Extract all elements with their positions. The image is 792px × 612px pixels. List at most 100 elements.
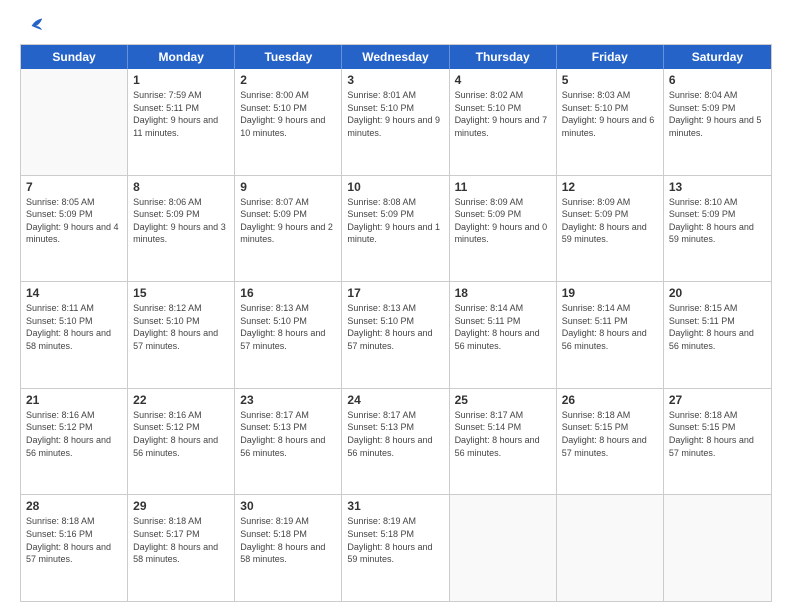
cell-info: Sunrise: 8:06 AMSunset: 5:09 PMDaylight:… bbox=[133, 196, 229, 246]
header-day-friday: Friday bbox=[557, 45, 664, 69]
calendar-cell-w4-d7: 27 Sunrise: 8:18 AMSunset: 5:15 PMDayligh… bbox=[664, 389, 771, 495]
cell-info: Sunrise: 8:01 AMSunset: 5:10 PMDaylight:… bbox=[347, 89, 443, 139]
day-number: 8 bbox=[133, 180, 229, 194]
header-day-monday: Monday bbox=[128, 45, 235, 69]
calendar-cell-w2-d2: 8 Sunrise: 8:06 AMSunset: 5:09 PMDaylight… bbox=[128, 176, 235, 282]
cell-info: Sunrise: 8:16 AMSunset: 5:12 PMDaylight:… bbox=[26, 409, 122, 459]
cell-info: Sunrise: 8:16 AMSunset: 5:12 PMDaylight:… bbox=[133, 409, 229, 459]
calendar-cell-w3-d3: 16 Sunrise: 8:13 AMSunset: 5:10 PMDayligh… bbox=[235, 282, 342, 388]
calendar-cell-w5-d7 bbox=[664, 495, 771, 601]
page: SundayMondayTuesdayWednesdayThursdayFrid… bbox=[0, 0, 792, 612]
calendar-cell-w5-d6 bbox=[557, 495, 664, 601]
day-number: 28 bbox=[26, 499, 122, 513]
day-number: 15 bbox=[133, 286, 229, 300]
day-number: 26 bbox=[562, 393, 658, 407]
calendar-cell-w5-d5 bbox=[450, 495, 557, 601]
day-number: 10 bbox=[347, 180, 443, 194]
calendar-cell-w4-d4: 24Sunrise: 8:17 AMSunset: 5:13 PMDayligh… bbox=[342, 389, 449, 495]
calendar-cell-w1-d1 bbox=[21, 69, 128, 175]
header bbox=[20, 18, 772, 32]
cell-info: Sunrise: 8:14 AMSunset: 5:11 PMDaylight:… bbox=[562, 302, 658, 352]
calendar-cell-w3-d5: 18 Sunrise: 8:14 AMSunset: 5:11 PMDayligh… bbox=[450, 282, 557, 388]
day-number: 30 bbox=[240, 499, 336, 513]
cell-info: Sunrise: 8:15 AMSunset: 5:11 PMDaylight:… bbox=[669, 302, 766, 352]
day-number: 2 bbox=[240, 73, 336, 87]
calendar-cell-w2-d6: 12Sunrise: 8:09 AMSunset: 5:09 PMDayligh… bbox=[557, 176, 664, 282]
day-number: 16 bbox=[240, 286, 336, 300]
header-day-sunday: Sunday bbox=[21, 45, 128, 69]
cell-info: Sunrise: 8:18 AMSunset: 5:17 PMDaylight:… bbox=[133, 515, 229, 565]
day-number: 13 bbox=[669, 180, 766, 194]
calendar-week-1: 1 Sunrise: 7:59 AMSunset: 5:11 PMDaylight… bbox=[21, 69, 771, 176]
cell-info: Sunrise: 8:04 AMSunset: 5:09 PMDaylight:… bbox=[669, 89, 766, 139]
cell-info: Sunrise: 8:17 AMSunset: 5:14 PMDaylight:… bbox=[455, 409, 551, 459]
calendar-cell-w3-d6: 19 Sunrise: 8:14 AMSunset: 5:11 PMDayligh… bbox=[557, 282, 664, 388]
day-number: 31 bbox=[347, 499, 443, 513]
calendar-cell-w4-d3: 23 Sunrise: 8:17 AMSunset: 5:13 PMDayligh… bbox=[235, 389, 342, 495]
day-number: 27 bbox=[669, 393, 766, 407]
cell-info: Sunrise: 7:59 AMSunset: 5:11 PMDaylight:… bbox=[133, 89, 229, 139]
calendar-cell-w4-d5: 25 Sunrise: 8:17 AMSunset: 5:14 PMDayligh… bbox=[450, 389, 557, 495]
calendar-cell-w4-d6: 26Sunrise: 8:18 AMSunset: 5:15 PMDayligh… bbox=[557, 389, 664, 495]
day-number: 21 bbox=[26, 393, 122, 407]
cell-info: Sunrise: 8:08 AMSunset: 5:09 PMDaylight:… bbox=[347, 196, 443, 246]
cell-info: Sunrise: 8:12 AMSunset: 5:10 PMDaylight:… bbox=[133, 302, 229, 352]
calendar-cell-w2-d5: 11Sunrise: 8:09 AMSunset: 5:09 PMDayligh… bbox=[450, 176, 557, 282]
day-number: 25 bbox=[455, 393, 551, 407]
calendar-cell-w1-d6: 5 Sunrise: 8:03 AMSunset: 5:10 PMDaylight… bbox=[557, 69, 664, 175]
cell-info: Sunrise: 8:11 AMSunset: 5:10 PMDaylight:… bbox=[26, 302, 122, 352]
day-number: 19 bbox=[562, 286, 658, 300]
cell-info: Sunrise: 8:17 AMSunset: 5:13 PMDaylight:… bbox=[240, 409, 336, 459]
cell-info: Sunrise: 8:03 AMSunset: 5:10 PMDaylight:… bbox=[562, 89, 658, 139]
cell-info: Sunrise: 8:10 AMSunset: 5:09 PMDaylight:… bbox=[669, 196, 766, 246]
calendar-cell-w5-d4: 31 Sunrise: 8:19 AMSunset: 5:18 PMDayligh… bbox=[342, 495, 449, 601]
day-number: 6 bbox=[669, 73, 766, 87]
calendar-cell-w4-d2: 22 Sunrise: 8:16 AMSunset: 5:12 PMDayligh… bbox=[128, 389, 235, 495]
cell-info: Sunrise: 8:13 AMSunset: 5:10 PMDaylight:… bbox=[240, 302, 336, 352]
day-number: 7 bbox=[26, 180, 122, 194]
calendar-cell-w2-d7: 13 Sunrise: 8:10 AMSunset: 5:09 PMDayligh… bbox=[664, 176, 771, 282]
calendar-week-3: 14 Sunrise: 8:11 AMSunset: 5:10 PMDayligh… bbox=[21, 282, 771, 389]
logo-bird-icon bbox=[22, 18, 44, 34]
calendar-cell-w3-d7: 20 Sunrise: 8:15 AMSunset: 5:11 PMDayligh… bbox=[664, 282, 771, 388]
cell-info: Sunrise: 8:02 AMSunset: 5:10 PMDaylight:… bbox=[455, 89, 551, 139]
day-number: 9 bbox=[240, 180, 336, 194]
calendar-body: 1 Sunrise: 7:59 AMSunset: 5:11 PMDaylight… bbox=[21, 69, 771, 601]
cell-info: Sunrise: 8:07 AMSunset: 5:09 PMDaylight:… bbox=[240, 196, 336, 246]
calendar-cell-w1-d7: 6 Sunrise: 8:04 AMSunset: 5:09 PMDaylight… bbox=[664, 69, 771, 175]
header-day-wednesday: Wednesday bbox=[342, 45, 449, 69]
day-number: 11 bbox=[455, 180, 551, 194]
day-number: 23 bbox=[240, 393, 336, 407]
cell-info: Sunrise: 8:13 AMSunset: 5:10 PMDaylight:… bbox=[347, 302, 443, 352]
calendar-header-row: SundayMondayTuesdayWednesdayThursdayFrid… bbox=[21, 45, 771, 69]
cell-info: Sunrise: 8:05 AMSunset: 5:09 PMDaylight:… bbox=[26, 196, 122, 246]
calendar-cell-w2-d3: 9 Sunrise: 8:07 AMSunset: 5:09 PMDaylight… bbox=[235, 176, 342, 282]
cell-info: Sunrise: 8:09 AMSunset: 5:09 PMDaylight:… bbox=[562, 196, 658, 246]
day-number: 22 bbox=[133, 393, 229, 407]
calendar-cell-w1-d4: 3Sunrise: 8:01 AMSunset: 5:10 PMDaylight… bbox=[342, 69, 449, 175]
day-number: 14 bbox=[26, 286, 122, 300]
day-number: 5 bbox=[562, 73, 658, 87]
calendar-cell-w1-d3: 2Sunrise: 8:00 AMSunset: 5:10 PMDaylight… bbox=[235, 69, 342, 175]
calendar-week-2: 7 Sunrise: 8:05 AMSunset: 5:09 PMDaylight… bbox=[21, 176, 771, 283]
cell-info: Sunrise: 8:18 AMSunset: 5:15 PMDaylight:… bbox=[669, 409, 766, 459]
cell-info: Sunrise: 8:19 AMSunset: 5:18 PMDaylight:… bbox=[347, 515, 443, 565]
logo bbox=[20, 18, 44, 32]
calendar-cell-w5-d1: 28Sunrise: 8:18 AMSunset: 5:16 PMDayligh… bbox=[21, 495, 128, 601]
day-number: 29 bbox=[133, 499, 229, 513]
day-number: 20 bbox=[669, 286, 766, 300]
calendar-cell-w1-d2: 1 Sunrise: 7:59 AMSunset: 5:11 PMDaylight… bbox=[128, 69, 235, 175]
calendar-cell-w5-d2: 29 Sunrise: 8:18 AMSunset: 5:17 PMDayligh… bbox=[128, 495, 235, 601]
day-number: 18 bbox=[455, 286, 551, 300]
cell-info: Sunrise: 8:14 AMSunset: 5:11 PMDaylight:… bbox=[455, 302, 551, 352]
day-number: 17 bbox=[347, 286, 443, 300]
calendar-cell-w1-d5: 4Sunrise: 8:02 AMSunset: 5:10 PMDaylight… bbox=[450, 69, 557, 175]
day-number: 1 bbox=[133, 73, 229, 87]
calendar-cell-w5-d3: 30 Sunrise: 8:19 AMSunset: 5:18 PMDayligh… bbox=[235, 495, 342, 601]
calendar-cell-w3-d1: 14 Sunrise: 8:11 AMSunset: 5:10 PMDayligh… bbox=[21, 282, 128, 388]
header-day-tuesday: Tuesday bbox=[235, 45, 342, 69]
calendar-cell-w2-d1: 7 Sunrise: 8:05 AMSunset: 5:09 PMDaylight… bbox=[21, 176, 128, 282]
calendar: SundayMondayTuesdayWednesdayThursdayFrid… bbox=[20, 44, 772, 602]
cell-info: Sunrise: 8:19 AMSunset: 5:18 PMDaylight:… bbox=[240, 515, 336, 565]
header-day-thursday: Thursday bbox=[450, 45, 557, 69]
